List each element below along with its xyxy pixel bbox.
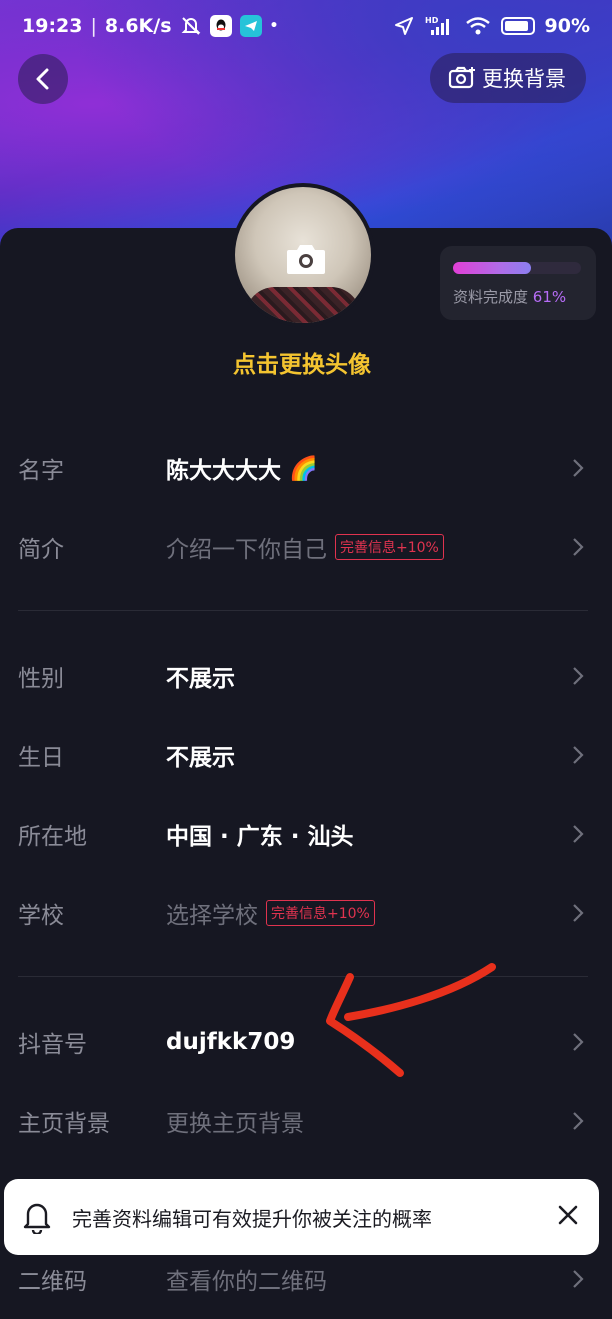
row-birthday[interactable]: 生日 不展示	[0, 725, 612, 785]
chevron-right-icon	[573, 538, 584, 556]
row-label: 主页背景	[18, 1111, 110, 1137]
row-school[interactable]: 学校 选择学校 完善信息+10%	[0, 883, 612, 943]
row-qr-code[interactable]: 二维码 查看你的二维码	[0, 1249, 612, 1309]
close-button[interactable]	[557, 1204, 579, 1230]
wifi-icon	[465, 15, 491, 37]
bonus-tag: 完善信息+10%	[266, 900, 375, 926]
change-background-button[interactable]: 更换背景	[430, 53, 586, 103]
tip-message: 完善资料编辑可有效提升你被关注的概率	[72, 1206, 432, 1231]
row-location[interactable]: 所在地 中国 · 广东 · 汕头	[0, 804, 612, 864]
row-homepage-background[interactable]: 主页背景 更换主页背景	[0, 1091, 612, 1151]
row-value: 中国 · 广东 · 汕头	[166, 824, 354, 850]
chevron-right-icon	[573, 1112, 584, 1130]
bio-placeholder: 介绍一下你自己	[166, 537, 327, 563]
chevron-right-icon	[573, 459, 584, 477]
bonus-tag: 完善信息+10%	[335, 534, 444, 560]
chevron-right-icon	[573, 904, 584, 922]
completion-progress-bar	[453, 262, 532, 274]
row-label: 学校	[18, 903, 64, 929]
row-label: 抖音号	[18, 1032, 87, 1058]
change-background-label: 更换背景	[482, 67, 566, 91]
chevron-right-icon	[573, 825, 584, 843]
camera-icon	[287, 245, 325, 274]
row-value: dujfkk709	[166, 1029, 296, 1055]
telegram-icon	[239, 15, 262, 37]
chevron-right-icon	[573, 746, 584, 764]
status-bar: 19:23 | 8.6K/s • HD 90%	[0, 0, 612, 52]
change-avatar-link[interactable]: 点击更换头像	[0, 345, 604, 379]
row-label: 生日	[18, 745, 64, 771]
close-icon	[558, 1205, 578, 1225]
row-bio[interactable]: 简介 介绍一下你自己 完善信息+10%	[0, 517, 612, 577]
chevron-right-icon	[573, 1033, 584, 1051]
location-icon	[393, 15, 415, 37]
school-placeholder: 选择学校	[166, 903, 258, 929]
completion-progress-track	[453, 262, 581, 274]
avatar[interactable]	[231, 183, 375, 327]
status-time: 19:23	[22, 15, 83, 37]
dot-icon: •	[269, 18, 279, 34]
battery-level-fill	[504, 21, 528, 31]
camera-icon	[448, 66, 475, 89]
row-value: 介绍一下你自己 完善信息+10%	[166, 530, 444, 564]
status-separator: |	[90, 15, 97, 37]
annotation-arrow-icon	[326, 963, 496, 1077]
row-value: 查看你的二维码	[166, 1269, 327, 1295]
avatar-image	[235, 187, 371, 323]
completion-percent: 61%	[532, 288, 567, 306]
qq-icon	[209, 15, 232, 37]
row-value: 不展示	[166, 745, 235, 771]
section-divider	[18, 610, 588, 611]
bell-muted-icon	[180, 15, 202, 37]
chevron-right-icon	[573, 667, 584, 685]
rainbow-emoji: 🌈	[289, 455, 318, 482]
row-label: 简介	[18, 537, 64, 563]
row-label: 名字	[18, 458, 64, 484]
row-gender[interactable]: 性别 不展示	[0, 646, 612, 706]
chevron-right-icon	[573, 1270, 584, 1288]
row-name[interactable]: 名字 陈大大大大 🌈	[0, 438, 612, 498]
row-douyin-id[interactable]: 抖音号 dujfkk709	[0, 1012, 612, 1072]
battery-icon	[500, 17, 535, 35]
row-label: 性别	[18, 666, 64, 692]
tip-toast: 完善资料编辑可有效提升你被关注的概率	[4, 1179, 599, 1255]
profile-completion-card[interactable]: 资料完成度 61%	[440, 246, 596, 320]
row-value: 更换主页背景	[166, 1111, 304, 1137]
row-value: 陈大大大大 🌈	[166, 451, 318, 485]
network-speed: 8.6K/s	[104, 15, 172, 37]
battery-percent: 90%	[544, 15, 590, 37]
row-value: 选择学校 完善信息+10%	[166, 896, 375, 930]
hd-signal-icon: HD	[425, 15, 455, 37]
chevron-left-icon	[36, 68, 49, 90]
name-text: 陈大大大大	[166, 458, 281, 484]
row-label: 二维码	[18, 1269, 87, 1295]
avatar-shirt	[245, 287, 361, 323]
row-value: 不展示	[166, 666, 235, 692]
row-label: 所在地	[18, 824, 87, 850]
completion-label: 资料完成度	[453, 288, 529, 306]
bell-icon	[23, 1203, 51, 1234]
completion-text: 资料完成度 61%	[453, 286, 584, 307]
svg-text:HD: HD	[425, 16, 439, 25]
back-button[interactable]	[18, 54, 68, 104]
